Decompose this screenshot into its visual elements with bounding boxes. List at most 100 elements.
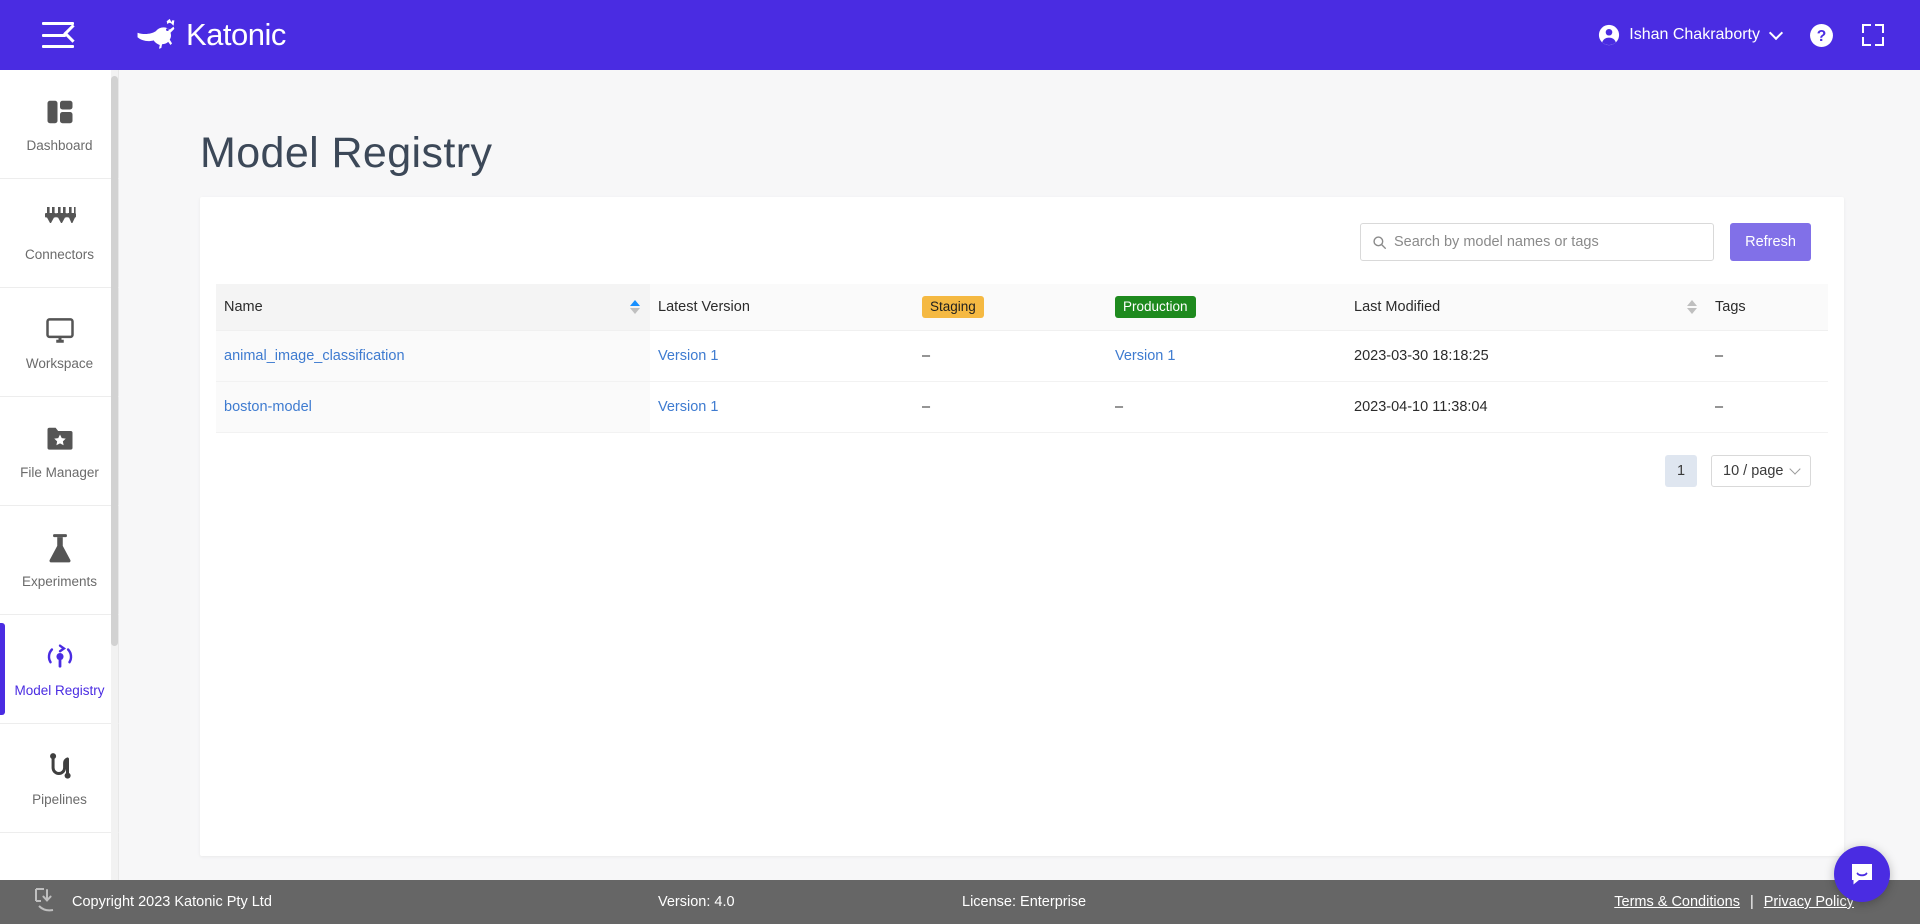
latest-version-link[interactable]: Version 1	[658, 348, 718, 364]
chevron-down-icon	[1768, 25, 1784, 41]
cell-production: –	[1107, 381, 1346, 433]
status-badge-production: Production	[1115, 295, 1196, 318]
footer-legal-links: Terms & Conditions | Privacy Policy	[1614, 894, 1854, 910]
terms-and-conditions-link[interactable]: Terms & Conditions	[1614, 894, 1740, 910]
privacy-policy-link[interactable]: Privacy Policy	[1764, 894, 1854, 910]
sidebar-item-workspace[interactable]: Workspace	[0, 288, 119, 397]
column-header-production: Production	[1107, 284, 1346, 331]
model-registry-icon	[45, 641, 75, 673]
table-body: animal_image_classification Version 1 – …	[216, 330, 1828, 433]
cell-name: animal_image_classification	[216, 330, 650, 382]
sidebar-item-model-registry[interactable]: Model Registry	[0, 615, 119, 724]
model-name-link[interactable]: animal_image_classification	[224, 348, 405, 364]
dashboard-grid-icon	[45, 96, 75, 128]
sidebar-item-dashboard[interactable]: Dashboard	[0, 70, 119, 179]
refresh-button[interactable]: Refresh	[1730, 223, 1811, 261]
footer-separator: |	[1749, 894, 1754, 910]
help-circle-icon[interactable]: ?	[1809, 23, 1834, 48]
staging-value: –	[922, 398, 931, 415]
cell-tags: –	[1707, 381, 1828, 433]
cell-tags: –	[1707, 330, 1828, 382]
header-actions: Ishan Chakraborty ?	[1598, 23, 1884, 48]
table-header: Name Latest Version Staging Production L…	[216, 284, 1828, 331]
sidebar-label: File Manager	[20, 464, 99, 480]
pipelines-icon	[46, 750, 74, 782]
sidebar-item-pipelines[interactable]: Pipelines	[0, 724, 119, 833]
column-header-name[interactable]: Name	[216, 284, 650, 331]
model-name-link[interactable]: boston-model	[224, 399, 312, 415]
latest-version-link[interactable]: Version 1	[658, 399, 718, 415]
main-content-area: Model Registry Refresh Name	[119, 70, 1920, 924]
page-size-select[interactable]: 10 / page	[1711, 454, 1811, 487]
sidebar-label: Model Registry	[14, 682, 105, 698]
sidebar-label: Workspace	[25, 355, 94, 371]
chevron-down-icon	[1789, 462, 1801, 475]
column-header-tags: Tags	[1707, 284, 1828, 331]
sidebar-scrollbar-thumb[interactable]	[111, 76, 118, 646]
sidebar-collapse-icon[interactable]	[42, 22, 82, 48]
page-title: Model Registry	[200, 129, 493, 177]
column-header-staging: Staging	[914, 284, 1107, 331]
intercom-chat-bubble-icon	[1852, 864, 1872, 885]
cell-production: Version 1	[1107, 330, 1346, 382]
cell-last-modified: 2023-03-30 18:18:25	[1346, 330, 1707, 382]
staging-value: –	[922, 347, 931, 364]
footer-license: License: Enterprise	[962, 894, 1087, 910]
cell-name: boston-model	[216, 381, 650, 433]
production-version-link[interactable]: Version 1	[1115, 348, 1175, 364]
folder-star-icon	[45, 423, 75, 455]
sidebar-label: Dashboard	[26, 137, 93, 153]
search-input[interactable]	[1387, 224, 1713, 260]
cell-staging: –	[914, 381, 1107, 433]
page-size-value: 10 / page	[1723, 462, 1784, 479]
cell-last-modified: 2023-04-10 11:38:04	[1346, 381, 1707, 433]
sort-toggle-last-modified[interactable]	[1687, 299, 1697, 314]
brand-name: Katonic	[186, 17, 286, 52]
cell-staging: –	[914, 330, 1107, 382]
user-menu[interactable]: Ishan Chakraborty	[1598, 24, 1784, 46]
footer-copyright: Copyright 2023 Katonic Pty Ltd	[72, 894, 272, 910]
column-label: Tags	[1715, 298, 1746, 315]
search-icon	[1373, 235, 1387, 249]
page-footer: Copyright 2023 Katonic Pty Ltd Version: …	[0, 880, 1920, 924]
user-avatar-icon	[1599, 24, 1620, 46]
sort-toggle-name[interactable]	[630, 299, 640, 314]
column-label: Latest Version	[658, 298, 750, 315]
model-registry-card: Refresh Name Latest Version	[200, 197, 1844, 856]
footer-version: Version: 4.0	[658, 894, 735, 910]
cell-latest-version: Version 1	[650, 330, 914, 382]
pagination-page-1[interactable]: 1	[1665, 454, 1697, 487]
column-label: Last Modified	[1354, 298, 1441, 315]
column-header-latest-version: Latest Version	[650, 284, 914, 331]
svg-text:?: ?	[1817, 28, 1827, 45]
column-label: Name	[224, 298, 263, 315]
sidebar-item-connectors[interactable]: Connectors	[0, 179, 119, 288]
card-toolbar: Refresh	[200, 197, 1844, 261]
status-badge-staging: Staging	[922, 295, 984, 318]
connectors-plug-icon	[44, 205, 76, 237]
cell-latest-version: Version 1	[650, 381, 914, 433]
kangaroo-logo-icon	[137, 18, 175, 49]
table-header-row: Name Latest Version Staging Production L…	[216, 284, 1828, 331]
intercom-chat-launcher[interactable]	[1834, 846, 1890, 902]
column-header-last-modified[interactable]: Last Modified	[1346, 284, 1707, 331]
sidebar-scrollbar[interactable]	[111, 70, 118, 924]
table-row: animal_image_classification Version 1 – …	[216, 330, 1828, 382]
sidebar-label: Pipelines	[32, 791, 87, 807]
production-value: –	[1115, 398, 1124, 415]
flask-icon	[46, 532, 74, 564]
download-install-icon[interactable]	[30, 884, 64, 918]
monitor-icon	[44, 314, 76, 346]
sidebar-item-experiments[interactable]: Experiments	[0, 506, 119, 615]
model-registry-table: Name Latest Version Staging Production L…	[216, 284, 1828, 433]
fullscreen-expand-icon[interactable]	[1862, 24, 1884, 46]
sidebar-label: Connectors	[24, 246, 95, 262]
left-sidebar-nav: Dashboard Connectors Workspace File Mana…	[0, 70, 119, 924]
brand-logo-group[interactable]: Katonic	[136, 15, 286, 55]
sidebar-label: Experiments	[21, 573, 98, 589]
search-box[interactable]	[1360, 223, 1714, 261]
sidebar-item-file-manager[interactable]: File Manager	[0, 397, 119, 506]
user-name-label: Ishan Chakraborty	[1629, 26, 1760, 43]
table-row: boston-model Version 1 – – 2023-04-10 11…	[216, 381, 1828, 433]
pagination: 1 10 / page	[200, 454, 1811, 487]
